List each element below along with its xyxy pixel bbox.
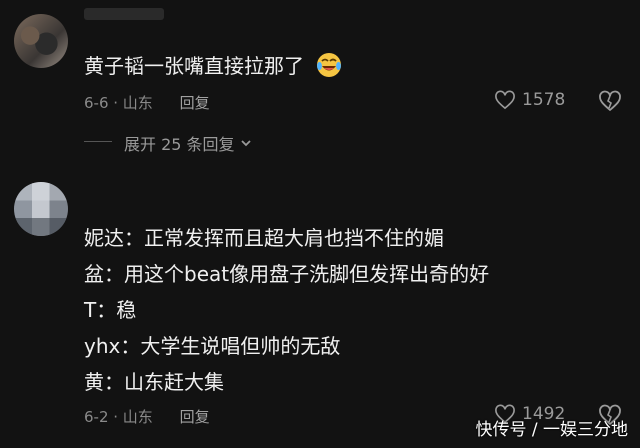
reply-button[interactable]: 回复 [180,408,210,426]
user-avatar[interactable] [14,182,68,236]
watermark: 快传号 / 一娱三分地 [475,420,628,440]
comment-meta: 6-6 · 山东 回复 [84,92,210,113]
laughing-crying-emoji-icon [317,53,342,77]
comment-line: 盆：用这个beat像用盘子洗脚但发挥出奇的好 [84,262,490,286]
comment-line: 黄：山东赶大集 [84,370,224,394]
comment-date-location: 6-2 · 山东 [84,408,153,426]
expand-replies-label: 展开 25 条回复 [124,135,235,154]
chevron-down-icon [240,140,251,147]
expand-divider [84,141,112,142]
comment-text: 黄子韬一张嘴直接拉那了 [84,50,342,79]
comment-text: 妮达：正常发挥而且超大肩也挡不住的媚 盆：用这个beat像用盘子洗脚但发挥出奇的… [84,224,489,404]
comment-line: 妮达：正常发挥而且超大肩也挡不住的媚 [84,226,444,250]
comment-date-location: 6-6 · 山东 [84,94,153,112]
reply-button[interactable]: 回复 [180,94,210,112]
expand-replies-button[interactable]: 展开 25 条回复 [124,131,253,155]
like-button[interactable]: 1578 [494,90,565,110]
heart-icon [495,90,515,110]
comment-meta: 6-2 · 山东 回复 [84,406,210,427]
username-blurred[interactable] [84,8,164,20]
comment-line: T：稳 [84,298,137,322]
dislike-broken-heart-icon[interactable] [598,90,622,112]
comment-text-content: 黄子韬一张嘴直接拉那了 [84,54,304,78]
user-avatar[interactable] [14,14,68,68]
comment-line: yhx：大学生说唱但帅的无敌 [84,334,341,358]
like-count: 1578 [522,90,566,110]
